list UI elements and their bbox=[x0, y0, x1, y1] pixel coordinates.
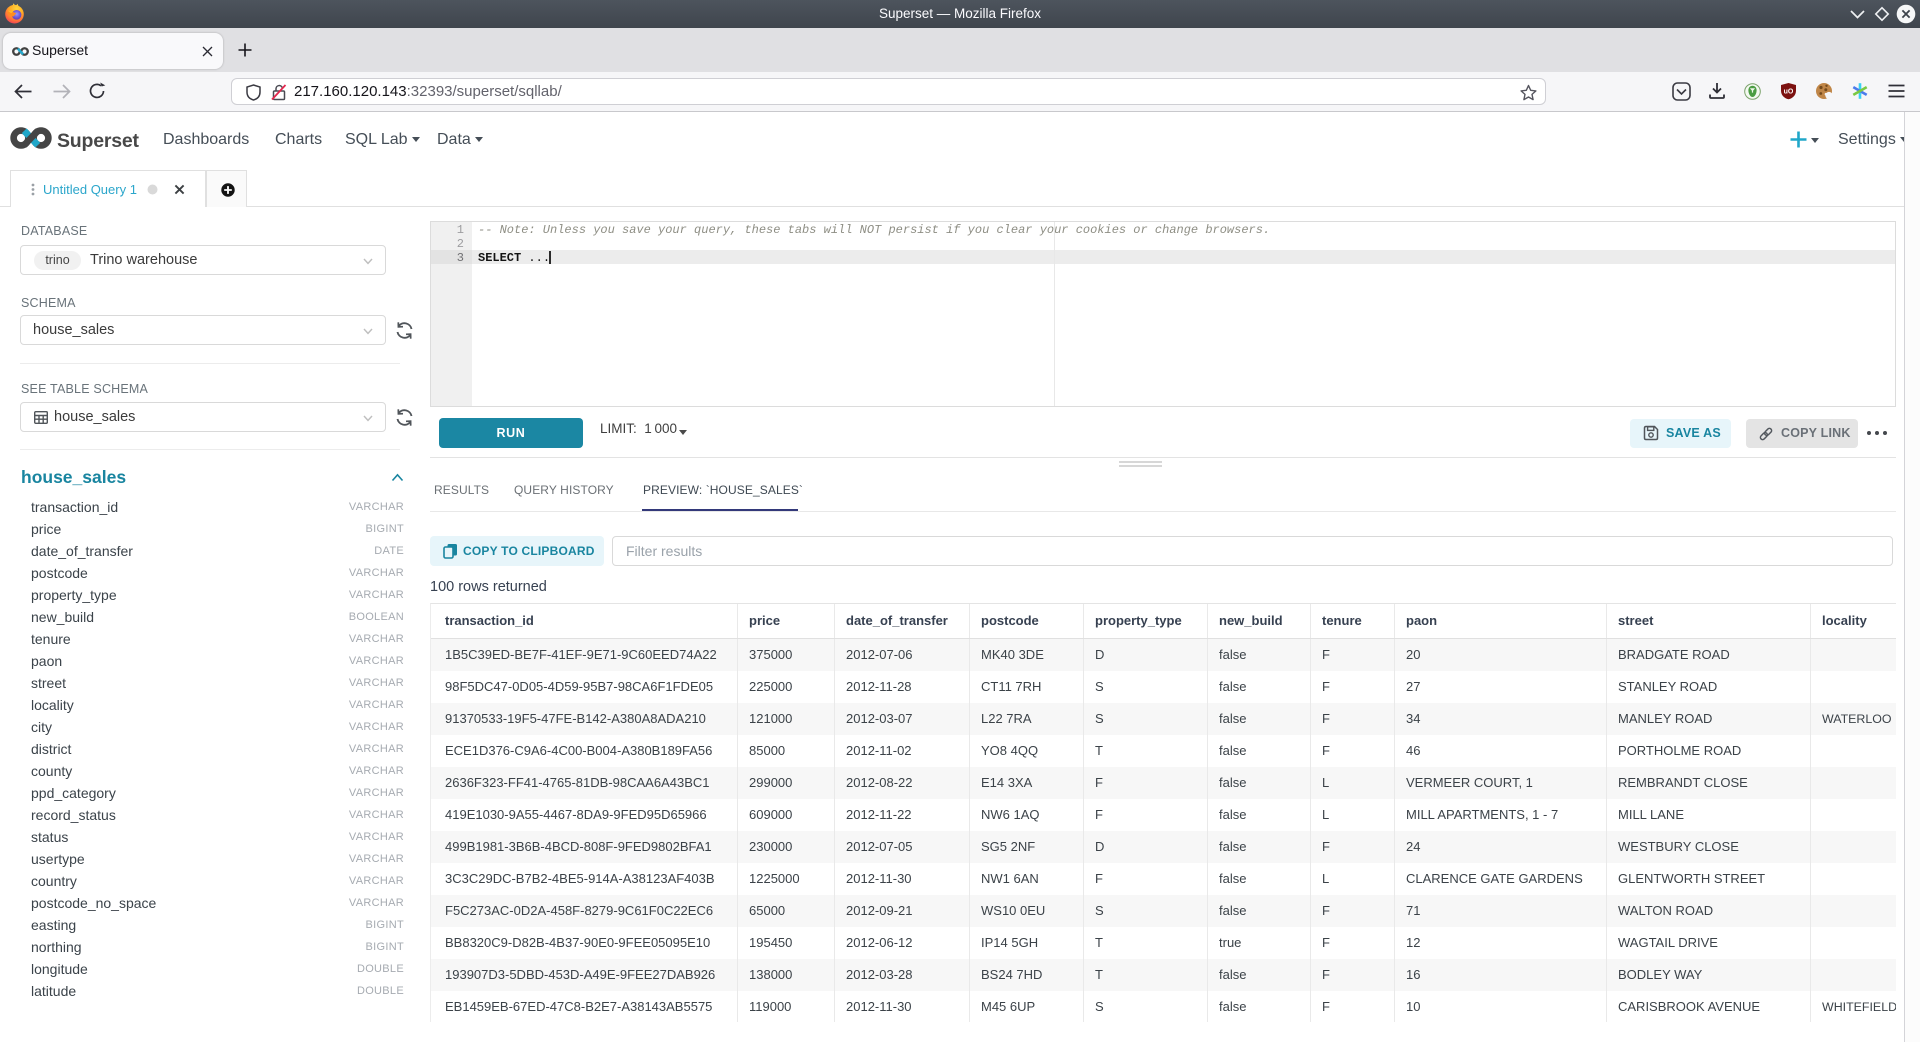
svg-text:uO: uO bbox=[1784, 88, 1794, 95]
